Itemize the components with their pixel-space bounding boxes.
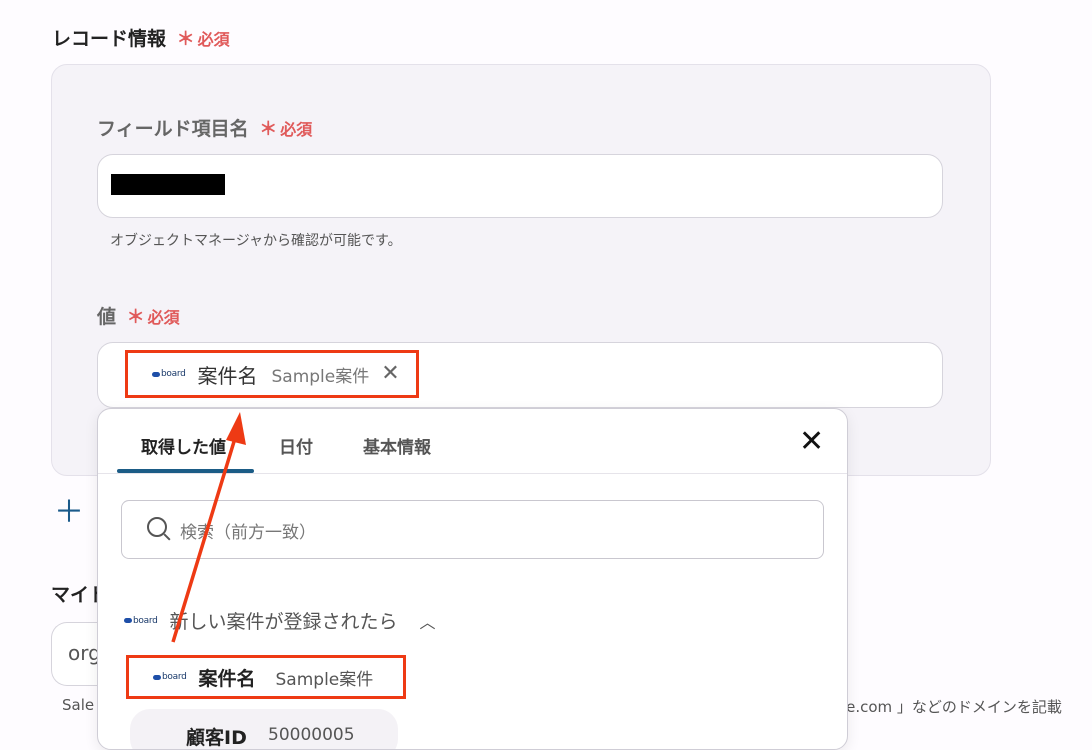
chip-name: 案件名 bbox=[197, 363, 258, 388]
chevron-up-icon[interactable]: ︿ bbox=[420, 609, 436, 633]
list-item[interactable]: board 案件名 Sample案件 bbox=[126, 655, 406, 699]
search-input[interactable]: 検索（前方一致） bbox=[121, 500, 824, 559]
required-label: 必須 bbox=[147, 308, 180, 327]
close-icon[interactable]: ✕ bbox=[799, 427, 824, 457]
value-label-text: 値 bbox=[97, 306, 117, 328]
item-value: Sample案件 bbox=[275, 669, 374, 690]
required-star: ＊ bbox=[126, 307, 145, 328]
required-label: 必須 bbox=[197, 30, 230, 49]
list-item[interactable] bbox=[130, 709, 398, 749]
required-label: 必須 bbox=[280, 120, 313, 139]
redacted-value bbox=[111, 174, 225, 195]
board-logo-icon: board bbox=[152, 369, 186, 379]
domain-hint-prefix: Sale bbox=[62, 696, 95, 714]
chip-value: Sample案件 bbox=[271, 366, 370, 387]
required-marker: ＊必須 bbox=[259, 119, 313, 140]
tab-acquired-values[interactable]: 取得した値 bbox=[141, 433, 226, 458]
required-star: ＊ bbox=[259, 119, 278, 140]
selected-value-chip[interactable]: board 案件名 Sample案件 ✕ bbox=[125, 350, 419, 398]
item-name: 顧客ID bbox=[186, 727, 247, 749]
required-marker: ＊必須 bbox=[126, 307, 180, 328]
item-name: 案件名 bbox=[198, 667, 256, 690]
value-picker-popup: 取得した値 日付 基本情報 ✕ 検索（前方一致） board 新しい案件が登録さ… bbox=[97, 408, 848, 750]
section-title-text: レコード情報 bbox=[52, 28, 167, 50]
group-title: 新しい案件が登録されたら bbox=[169, 611, 398, 633]
remove-chip-icon[interactable]: ✕ bbox=[381, 363, 399, 385]
search-icon bbox=[147, 517, 167, 537]
domain-input-value: org bbox=[68, 641, 101, 665]
field-name-hint: オブジェクトマネージャから確認が可能です。 bbox=[110, 233, 402, 249]
board-logo-icon: board bbox=[124, 616, 158, 626]
add-icon[interactable]: ＋ bbox=[54, 498, 84, 528]
field-name-label: フィールド項目名 ＊必須 bbox=[97, 114, 312, 141]
trigger-group-header[interactable]: board 新しい案件が登録されたら ︿ bbox=[124, 607, 436, 634]
value-label: 値 ＊必須 bbox=[97, 302, 180, 329]
required-marker: ＊必須 bbox=[176, 29, 230, 50]
search-placeholder: 検索（前方一致） bbox=[180, 523, 316, 543]
section-title: レコード情報 ＊必須 bbox=[52, 24, 230, 51]
required-star: ＊ bbox=[176, 29, 195, 50]
item-value: 50000005 bbox=[268, 725, 355, 745]
tab-date[interactable]: 日付 bbox=[279, 433, 313, 458]
tab-basic-info[interactable]: 基本情報 bbox=[363, 433, 431, 458]
tab-divider bbox=[98, 473, 847, 474]
board-logo-icon: board bbox=[153, 672, 187, 682]
field-name-label-text: フィールド項目名 bbox=[97, 118, 249, 140]
domain-hint-suffix: rce.com 」などのドメインを記載 bbox=[832, 698, 1062, 716]
